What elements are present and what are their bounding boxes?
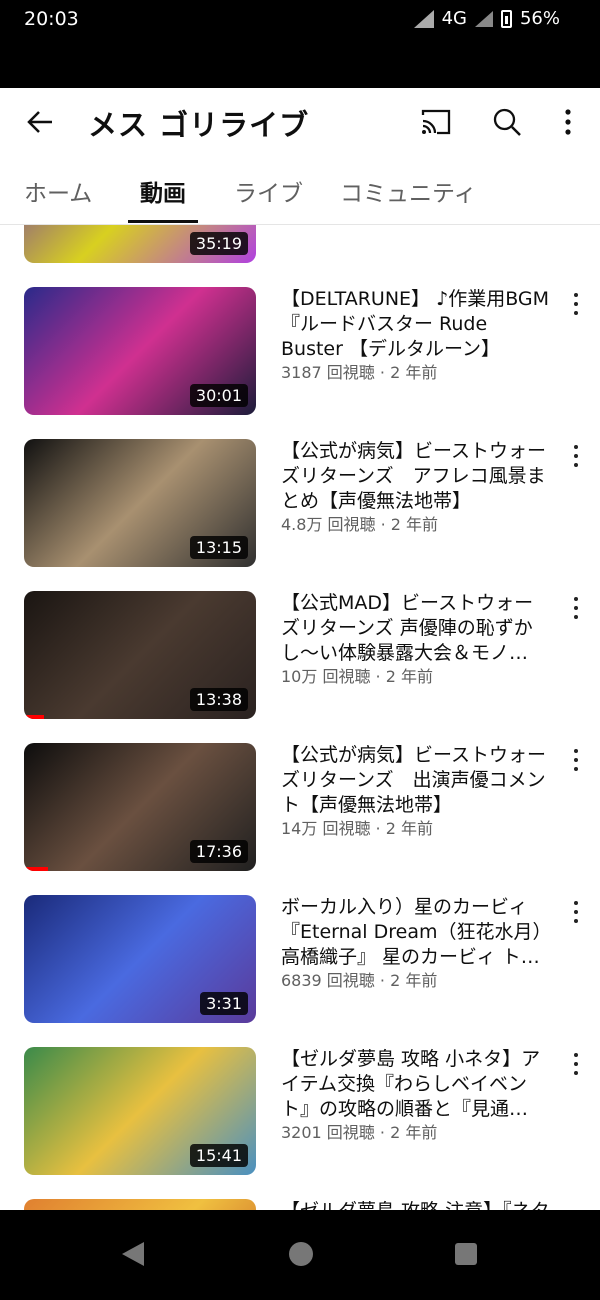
video-duration: 3:31 [200, 992, 248, 1015]
video-duration: 17:36 [189, 840, 248, 863]
nav-home-button[interactable] [289, 1242, 313, 1266]
video-more-button[interactable] [566, 443, 586, 469]
more-vert-icon [574, 597, 578, 601]
watch-progress-bar [24, 867, 48, 871]
video-duration: 13:38 [189, 688, 248, 711]
video-duration: 13:15 [189, 536, 248, 559]
video-meta: 6839 回視聴 · 2 年前 [281, 971, 438, 990]
video-more-button[interactable] [566, 595, 586, 621]
video-duration: 15:41 [189, 1144, 248, 1167]
network-type: 4G [441, 8, 467, 29]
more-vert-icon [574, 293, 578, 297]
more-vert-icon [574, 749, 578, 753]
system-nav-bar [0, 1210, 600, 1300]
video-list: 35:19 30:01 【DELTARUNE】 ♪作業用BGM『ルードバスター … [0, 225, 600, 1210]
app-bar: メス ゴリライブ [0, 88, 600, 156]
signal-icon [474, 10, 493, 27]
more-vert-icon [574, 445, 578, 449]
video-title[interactable]: 【DELTARUNE】 ♪作業用BGM『ルードバスター Rude Buster … [281, 287, 551, 362]
video-thumbnail[interactable]: 13:38 [24, 591, 256, 719]
video-title[interactable]: 【公式が病気】ビーストウォーズリターンズ 出演声優コメント【声優無法地帯】 [281, 743, 551, 818]
back-button[interactable] [18, 100, 62, 144]
video-thumbnail[interactable]: 30:01 [24, 287, 256, 415]
video-thumbnail[interactable]: 17:36 [24, 743, 256, 871]
more-vert-icon [565, 109, 571, 135]
video-thumbnail[interactable]: 3:31 [24, 895, 256, 1023]
video-thumbnail[interactable]: 15:41 [24, 1047, 256, 1175]
cast-button[interactable] [414, 100, 458, 144]
video-title[interactable]: ボーカル入り）星のカービィ『Eternal Dream（狂花水月）高橋織子』 星… [281, 895, 551, 970]
video-duration: 35:19 [189, 232, 248, 255]
tab-videos[interactable]: 動画 [140, 174, 186, 208]
active-tab-indicator [128, 220, 198, 223]
channel-title: メス ゴリライブ [88, 108, 310, 142]
more-vert-icon [574, 901, 578, 905]
video-title[interactable]: 【ゼルダ夢島 攻略 注意】『ネタバレ… [281, 1199, 551, 1210]
video-title[interactable]: 【ゼルダ夢島 攻略 小ネタ】アイテム交換『わらしベイベント』の攻略の順番と『見通… [281, 1047, 551, 1122]
video-meta: 10万 回視聴 · 2 年前 [281, 667, 433, 686]
video-thumbnail[interactable]: 13:15 [24, 439, 256, 567]
battery-level: 56% [519, 8, 560, 29]
nav-recents-button[interactable] [455, 1243, 477, 1265]
nav-back-button[interactable] [122, 1242, 144, 1266]
status-time: 20:03 [24, 8, 79, 30]
video-more-button[interactable] [566, 747, 586, 773]
back-arrow-icon [27, 111, 52, 133]
status-icons: 4G 56% [413, 8, 560, 29]
status-bar: 20:03 4G 56% [0, 0, 600, 88]
video-duration: 30:01 [189, 384, 248, 407]
video-meta: 3201 回視聴 · 2 年前 [281, 1123, 438, 1142]
video-more-button[interactable] [566, 1051, 586, 1077]
battery-icon [500, 9, 512, 28]
video-title[interactable]: 【公式が病気】ビーストウォーズリターンズ アフレコ風景まとめ【声優無法地帯】 [281, 439, 551, 514]
video-meta: 4.8万 回視聴 · 2 年前 [281, 515, 439, 534]
search-button[interactable] [485, 100, 529, 144]
channel-tabs: ホーム 動画 ライブ コミュニティ [0, 156, 600, 225]
search-icon [493, 108, 521, 136]
video-more-button[interactable] [566, 899, 586, 925]
watch-progress-bar [24, 715, 44, 719]
video-meta: 3187 回視聴 · 2 年前 [281, 363, 438, 382]
tab-live[interactable]: ライブ [234, 174, 303, 208]
more-vert-icon [574, 1053, 578, 1057]
wifi-icon [413, 9, 434, 28]
cast-icon [421, 109, 451, 135]
tab-home[interactable]: ホーム [24, 174, 92, 208]
video-thumbnail[interactable] [24, 1199, 256, 1210]
video-title[interactable]: 【公式MAD】ビーストウォーズリターンズ 声優陣の恥ずかし～い体験暴露大会＆モノ… [281, 591, 551, 666]
tab-community[interactable]: コミュニティ [340, 174, 477, 208]
video-meta: 14万 回視聴 · 2 年前 [281, 819, 433, 838]
more-options-button[interactable] [546, 100, 590, 144]
video-thumbnail[interactable]: 35:19 [24, 225, 256, 263]
video-more-button[interactable] [566, 291, 586, 317]
